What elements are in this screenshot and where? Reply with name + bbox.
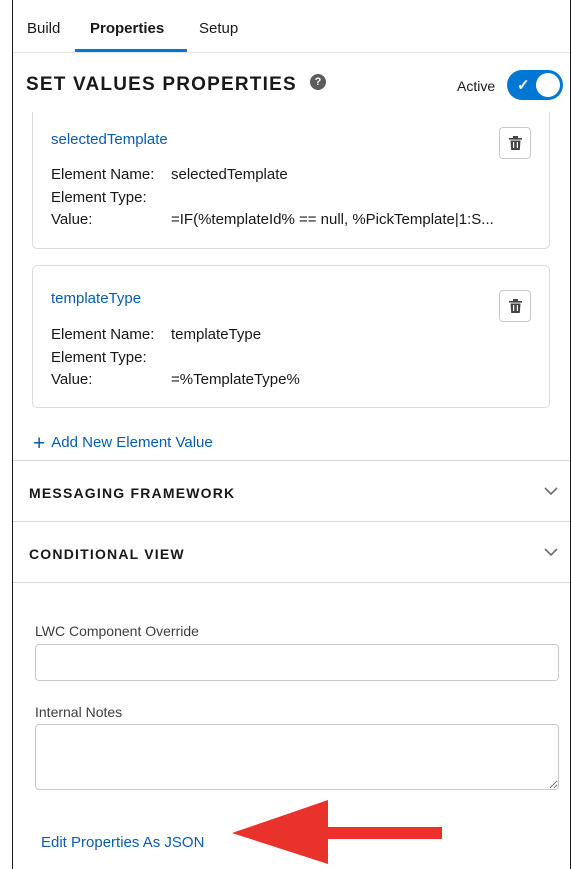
lwc-override-input[interactable] — [35, 644, 559, 681]
internal-notes-textarea[interactable] — [35, 724, 559, 790]
add-element-value-label: Add New Element Value — [51, 434, 213, 451]
lwc-override-label: LWC Component Override — [35, 623, 199, 639]
element-type-label: Element Type: — [51, 349, 147, 366]
section-title: CONDITIONAL VIEW — [29, 546, 185, 562]
element-name-row: Element Name: selectedTemplate — [51, 166, 288, 183]
element-type-row: Element Type: — [51, 189, 171, 206]
active-label: Active — [457, 78, 496, 94]
tab-bar: Build Properties Setup — [13, 0, 570, 53]
element-name-value: selectedTemplate — [171, 166, 288, 183]
toggle-knob — [536, 73, 560, 97]
element-title-link[interactable]: selectedTemplate — [51, 131, 168, 148]
add-element-value-link[interactable]: + Add New Element Value — [33, 432, 213, 456]
chevron-down-icon — [544, 548, 558, 557]
delete-element-button[interactable] — [499, 290, 531, 322]
trash-icon — [509, 299, 522, 313]
element-value-label: Value: — [51, 211, 93, 228]
chevron-down-icon — [544, 487, 558, 496]
element-value-row: Value: =IF(%templateId% == null, %PickTem… — [51, 211, 494, 228]
element-card: selectedTemplate Element Name: selectedTe… — [32, 112, 550, 249]
trash-icon — [509, 136, 522, 150]
element-value-label: Value: — [51, 371, 93, 388]
element-type-row: Element Type: — [51, 349, 171, 366]
internal-notes-label: Internal Notes — [35, 704, 123, 720]
element-name-row: Element Name: templateType — [51, 326, 261, 343]
element-name-label: Element Name: — [51, 326, 155, 343]
check-icon: ✓ — [517, 77, 530, 94]
element-card: templateType Element Name: templateType E… — [32, 265, 550, 408]
element-name-label: Element Name: — [51, 166, 155, 183]
help-icon[interactable]: ? — [310, 74, 326, 90]
element-value-value: =%TemplateType% — [171, 371, 300, 388]
tab-build[interactable]: Build — [27, 20, 60, 37]
element-value-value: =IF(%templateId% == null, %PickTemplate|… — [171, 211, 494, 228]
section-title: MESSAGING FRAMEWORK — [29, 485, 236, 501]
section-conditional-view[interactable]: CONDITIONAL VIEW — [13, 521, 570, 581]
active-tab-indicator — [75, 49, 187, 52]
annotation-arrow-icon — [232, 800, 442, 864]
element-value-row: Value: =%TemplateType% — [51, 371, 300, 388]
element-type-label: Element Type: — [51, 189, 147, 206]
active-toggle[interactable]: ✓ — [507, 70, 563, 100]
section-messaging-framework[interactable]: MESSAGING FRAMEWORK — [13, 460, 570, 520]
plus-icon: + — [33, 432, 46, 455]
edit-properties-json-link[interactable]: Edit Properties As JSON — [41, 834, 204, 851]
delete-element-button[interactable] — [499, 127, 531, 159]
page-title: SET VALUES PROPERTIES — [26, 74, 297, 95]
element-name-value: templateType — [171, 326, 262, 343]
properties-panel: Build Properties Setup SET VALUES PROPER… — [12, 0, 571, 869]
element-title-link[interactable]: templateType — [51, 290, 141, 307]
tab-setup[interactable]: Setup — [199, 20, 238, 37]
tab-properties[interactable]: Properties — [90, 20, 164, 37]
